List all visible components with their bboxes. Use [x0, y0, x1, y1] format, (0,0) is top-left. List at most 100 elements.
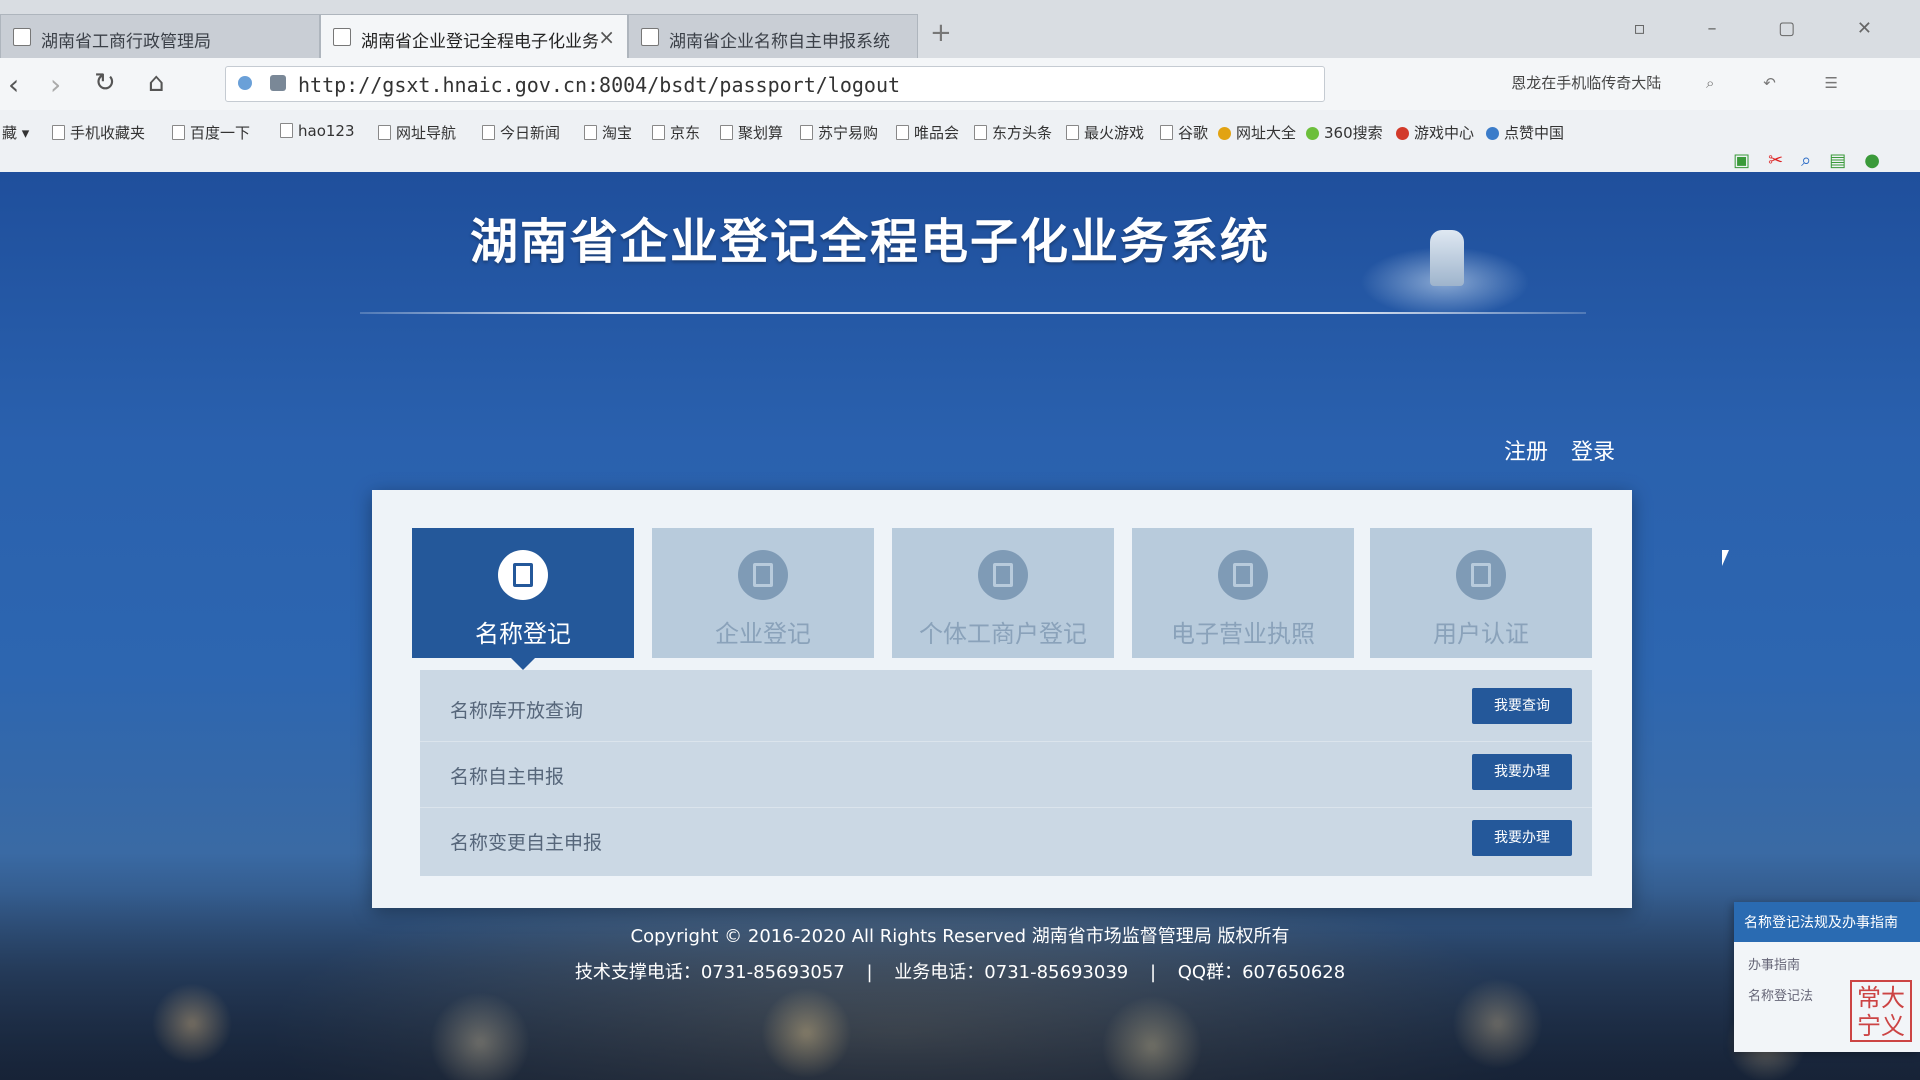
- page-icon: [378, 125, 391, 140]
- browser-tab-3[interactable]: 湖南省企业名称自主申报系统: [628, 14, 918, 58]
- tab-individual-business-registration[interactable]: 个体工商户登记: [892, 528, 1114, 658]
- bookmarks-menu[interactable]: 藏 ▾: [2, 122, 29, 143]
- login-link[interactable]: 登录: [1571, 440, 1615, 465]
- contact-line: 技术支撑电话：0731-85693057 | 业务电话：0731-8569303…: [574, 962, 1346, 983]
- bookmark-item[interactable]: 谷歌: [1160, 122, 1208, 143]
- apply-button[interactable]: 我要办理: [1472, 754, 1572, 790]
- service-tabs: 名称登记 企业登记 个体工商户登记 电子营业执照 用户认证: [412, 528, 1592, 670]
- security-shield-icon: [238, 76, 252, 90]
- reload-icon[interactable]: ↻: [94, 68, 116, 98]
- document-icon: [498, 550, 548, 600]
- magnifier-icon: ⌕: [1801, 150, 1830, 171]
- register-link[interactable]: 注册: [1504, 440, 1548, 465]
- seal-stamp: 常大 宁义: [1850, 980, 1912, 1042]
- list-item: 名称变更自主申报 我要办理: [420, 808, 1592, 874]
- phone-icon: [52, 125, 65, 140]
- address-bar[interactable]: http://gsxt.hnaic.gov.cn:8004/bsdt/passp…: [225, 66, 1325, 102]
- browser-tab-title: 湖南省工商行政管理局: [41, 32, 211, 52]
- search-engine-icon: [1306, 127, 1319, 140]
- globe-icon: [1218, 127, 1231, 140]
- browser-tab-2[interactable]: 湖南省企业登记全程电子化业务 ×: [320, 14, 628, 58]
- tab-label: 用户认证: [1433, 620, 1529, 648]
- browser-nav-bar: ‹ › ↻ ⌂ http://gsxt.hnaic.gov.cn:8004/bs…: [0, 58, 1920, 111]
- address-url[interactable]: http://gsxt.hnaic.gov.cn:8004/bsdt/passp…: [298, 73, 900, 97]
- page-title: 湖南省企业登记全程电子化业务系统: [470, 214, 1271, 270]
- close-icon[interactable]: ×: [598, 25, 615, 49]
- bookmark-item[interactable]: 点赞中国: [1486, 122, 1564, 143]
- page-icon: [720, 125, 733, 140]
- thumbs-up-icon: [1486, 127, 1499, 140]
- window-controls[interactable]: ▫ – ▢ ✕: [1634, 18, 1900, 39]
- bookmark-item[interactable]: 苏宁易购: [800, 122, 878, 143]
- search-hint[interactable]: 恩龙在手机临传奇大陆: [1511, 74, 1661, 92]
- tab-label: 电子营业执照: [1171, 620, 1315, 648]
- search-icon[interactable]: ⌕ ↶ ☰: [1706, 74, 1860, 92]
- query-button[interactable]: 我要查询: [1472, 688, 1572, 724]
- browser-tab-1[interactable]: 湖南省工商行政管理局: [0, 14, 320, 58]
- chat-icon: ▤: [1829, 150, 1865, 171]
- service-label: 名称库开放查询: [450, 700, 584, 722]
- back-icon[interactable]: ‹: [8, 68, 19, 101]
- bookmark-item[interactable]: 今日新闻: [482, 122, 560, 143]
- tech-phone: 技术支撑电话：0731-85693057: [574, 962, 845, 983]
- page-icon: [652, 125, 665, 140]
- page-icon: [584, 125, 597, 140]
- forward-icon[interactable]: ›: [50, 68, 61, 101]
- page-icon: [896, 125, 909, 140]
- monument-image: [1330, 212, 1560, 312]
- bookmark-item[interactable]: 淘宝: [584, 122, 632, 143]
- service-label: 名称自主申报: [450, 766, 565, 788]
- lock-icon: [270, 75, 286, 91]
- mouse-cursor-icon: [1722, 550, 1729, 566]
- apply-button[interactable]: 我要办理: [1472, 820, 1572, 856]
- side-widget-item[interactable]: 办事指南: [1734, 942, 1920, 973]
- license-icon: [1218, 550, 1268, 600]
- side-widget-header[interactable]: 名称登记法规及办事指南: [1734, 902, 1920, 942]
- page-icon: [172, 125, 185, 140]
- bookmark-item[interactable]: hao123: [280, 122, 355, 140]
- user-icon: [1456, 550, 1506, 600]
- page-icon: [1160, 125, 1173, 140]
- qq-group: QQ群：607650628: [1177, 962, 1346, 983]
- bookmark-item[interactable]: 360搜索: [1306, 122, 1383, 143]
- bookmark-item[interactable]: 聚划算: [720, 122, 783, 143]
- business-phone: 业务电话：0731-85693039: [894, 962, 1129, 983]
- extension-icon: ▣: [1733, 150, 1769, 171]
- new-tab-button[interactable]: +: [930, 18, 952, 48]
- page-icon: [280, 123, 293, 138]
- bookmark-item[interactable]: 最火游戏: [1066, 122, 1144, 143]
- page-icon: [974, 125, 987, 140]
- bookmark-item[interactable]: 网址导航: [378, 122, 456, 143]
- browser-tab-bar: 湖南省工商行政管理局 湖南省企业登记全程电子化业务 × 湖南省企业名称自主申报系…: [0, 0, 1920, 59]
- bookmark-item[interactable]: 手机收藏夹: [52, 122, 145, 143]
- page-icon: [333, 28, 351, 46]
- list-item: 名称自主申报 我要办理: [420, 742, 1592, 808]
- home-icon[interactable]: ⌂: [148, 68, 165, 98]
- tab-user-authentication[interactable]: 用户认证: [1370, 528, 1592, 658]
- tab-label: 个体工商户登记: [919, 620, 1087, 648]
- game-icon: [1396, 127, 1409, 140]
- bookmark-item[interactable]: 京东: [652, 122, 700, 143]
- toolbar-icons[interactable]: ▣✂⌕▤●: [1733, 150, 1898, 171]
- service-panel: 名称登记 企业登记 个体工商户登记 电子营业执照 用户认证 名称库开放查询 我要…: [372, 490, 1632, 908]
- page-icon: [1066, 125, 1079, 140]
- bookmark-item[interactable]: 网址大全: [1218, 122, 1296, 143]
- tab-name-registration[interactable]: 名称登记: [412, 528, 634, 670]
- bookmark-item[interactable]: 游戏中心: [1396, 122, 1474, 143]
- tab-label: 名称登记: [475, 620, 571, 648]
- browser-tab-title: 湖南省企业登记全程电子化业务: [361, 32, 599, 52]
- page-body: 湖南省企业登记全程电子化业务系统 注册 登录 名称登记 企业登记 个体工商户登记…: [0, 172, 1920, 1080]
- side-guide-widget[interactable]: 名称登记法规及办事指南 办事指南 名称登记法 常大 宁义: [1734, 902, 1920, 1052]
- bookmark-item[interactable]: 东方头条: [974, 122, 1052, 143]
- shield-icon: ●: [1864, 150, 1898, 171]
- bookmarks-bar: 藏 ▾ 手机收藏夹 百度一下 hao123 网址导航 今日新闻 淘宝 京东 聚划…: [0, 110, 1920, 173]
- page-icon: [800, 125, 813, 140]
- auth-links: 注册 登录: [1504, 434, 1631, 466]
- tab-electronic-license[interactable]: 电子营业执照: [1132, 528, 1354, 658]
- tab-enterprise-registration[interactable]: 企业登记: [652, 528, 874, 658]
- page-icon: [13, 28, 31, 46]
- bookmark-item[interactable]: 唯品会: [896, 122, 959, 143]
- page-icon: [482, 125, 495, 140]
- bookmark-item[interactable]: 百度一下: [172, 122, 250, 143]
- search-hint-area[interactable]: 恩龙在手机临传奇大陆 ⌕ ↶ ☰: [1511, 72, 1860, 93]
